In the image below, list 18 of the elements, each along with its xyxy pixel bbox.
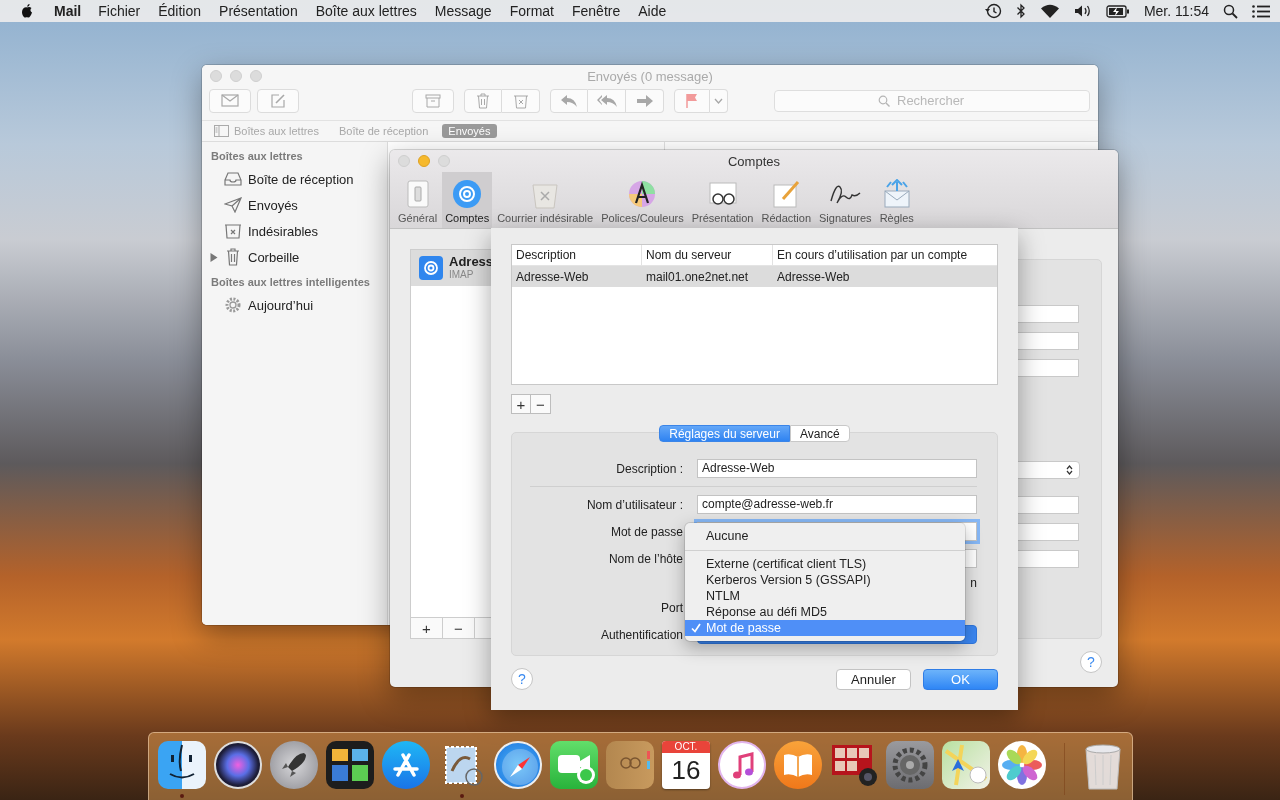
- field-label: Nom d’utilisateur :: [585, 497, 683, 512]
- table-cell-text: Adresse-Web: [776, 268, 851, 286]
- account-type: IMAP: [449, 268, 475, 281]
- sidebar-section-title: Boîtes aux lettres intelligentes: [211, 276, 370, 288]
- field-label: Nom de l’hôte: [607, 551, 683, 566]
- calendar-month: OCT.: [662, 741, 710, 753]
- table-cell-text: Adresse-Web: [515, 268, 590, 286]
- field-label: Description :: [615, 461, 683, 476]
- calendar-day: 16: [671, 753, 701, 787]
- field-label: Mot de passe: [609, 524, 683, 539]
- window-title: Comptes: [727, 153, 781, 169]
- account-name: Adress: [449, 255, 494, 268]
- checkbox-label: n: [970, 576, 977, 591]
- field-label: Authentification: [599, 627, 683, 642]
- field-label: Port: [660, 600, 683, 615]
- window-title: Envoyés (0 message): [586, 68, 714, 84]
- sidebar-section-title: Boîtes aux lettres: [211, 150, 303, 162]
- table-cell-text: mail01.one2net.net: [645, 268, 750, 286]
